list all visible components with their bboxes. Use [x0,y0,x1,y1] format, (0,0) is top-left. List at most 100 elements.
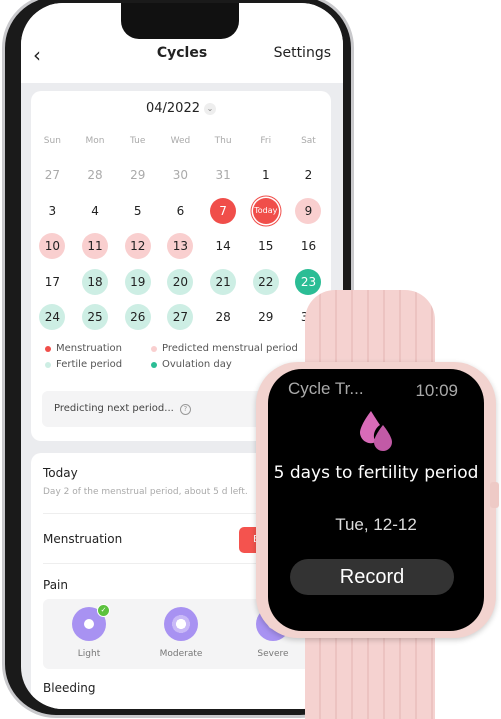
weekday-label: Thu [214,136,232,146]
record-button[interactable]: Record [290,559,454,595]
calendar-day[interactable]: 2 [287,162,330,188]
legend-item: Menstruation [45,343,122,354]
calendar-day[interactable]: 21 [202,268,245,295]
calendar-day[interactable]: 29 [244,304,287,330]
calendar-day[interactable]: 31 [202,162,245,188]
notch [121,3,239,39]
weekday-label: Wed [170,136,191,146]
check-icon: ✓ [97,604,110,617]
calendar-day[interactable]: 20 [159,268,202,295]
calendar-day[interactable]: 18 [74,268,117,295]
calendar-day[interactable]: 10 [31,233,74,259]
calendar-day[interactable]: 27 [159,304,202,330]
calendar-day[interactable]: 27 [31,162,74,188]
legend-dot-icon [151,345,157,352]
pain-option-moderate[interactable]: Moderate [151,607,211,659]
month-label: 04/2022 [145,101,200,116]
calendar-day[interactable]: 24 [31,304,74,330]
day-number: 11 [82,233,109,259]
day-number: 7 [210,197,237,224]
calendar-day[interactable]: 16 [287,233,330,259]
calendar-day[interactable]: 28 [202,304,245,330]
legend-dot-icon [45,345,51,352]
legend-dot-icon [45,361,51,368]
day-number: Today [252,197,279,224]
month-selector[interactable]: 04/2022 ⌄ [31,101,331,116]
day-number: 16 [300,239,317,253]
day-number: 30 [172,168,189,182]
calendar-week: 10 11 12 13 14 15 16 [31,233,331,259]
day-number: 31 [215,168,231,182]
weekday-label: Sat [301,136,316,146]
day-number: 6 [176,203,185,218]
weekday-label: Sun [43,136,61,146]
legend-item: Predicted menstrual period [151,343,298,354]
calendar-day[interactable]: 14 [202,233,245,259]
calendar-day[interactable]: 28 [74,162,117,188]
calendar-week: 24252627282930 [31,304,331,330]
weekday-label: Fri [260,136,272,146]
today-desc: Day 2 of the menstrual period, about 5 d… [43,487,248,497]
day-number: 3 [48,203,57,218]
watch-date: Tue, 12-12 [335,515,417,534]
calendar-week: 3 4 5 6 7 Today 9 [31,197,331,224]
calendar-day[interactable]: 4 [74,198,117,224]
calendar-day[interactable]: Today [244,197,287,224]
day-number: 21 [210,268,237,295]
day-number: 9 [295,197,322,224]
watch-time: 10:09 [415,381,458,400]
calendar-day[interactable]: 3 [31,198,74,224]
calendar-day[interactable]: 23 [287,268,330,295]
legend-label: Ovulation day [162,359,232,370]
calendar-day[interactable]: 30 [159,162,202,188]
day-number: 26 [124,304,151,330]
blood-drops-icon [360,411,392,451]
day-number: 22 [252,268,279,295]
calendar-day[interactable]: 11 [74,233,117,259]
day-number: 23 [295,268,322,295]
prediction-text: Predicting next period... [54,403,174,414]
pain-option-label: Light [77,649,101,659]
day-number: 27 [167,304,194,330]
weekday-header: Sun Mon Tue Wed Thu Fri Sat [31,136,331,146]
calendar-day[interactable]: 17 [31,269,74,295]
weekday-label: Mon [85,136,105,146]
legend-label: Predicted menstrual period [162,343,298,354]
calendar-day[interactable]: 6 [159,198,202,224]
calendar-day[interactable]: 29 [116,162,159,188]
bleeding-label: Bleeding [43,681,96,695]
watch-crown[interactable] [490,482,499,508]
legend-label: Fertile period [56,359,123,370]
calendar-day[interactable]: 13 [159,233,202,259]
day-number: 28 [87,168,103,182]
day-number: 25 [82,304,109,330]
settings-button[interactable]: Settings [274,45,331,61]
legend-item: Ovulation day [151,359,232,370]
legend-dot-icon [151,361,157,368]
calendar-week: 17 18 19 20 21 22 23 [31,268,331,295]
day-number: 15 [258,239,274,253]
calendar-day[interactable]: 19 [116,268,159,295]
day-number: 12 [124,233,151,259]
calendar-day[interactable]: 22 [244,268,287,295]
legend-item: Fertile period [45,359,122,370]
calendar-day[interactable]: 12 [116,233,159,259]
help-icon[interactable]: ? [179,404,191,415]
pain-option-light[interactable]: ✓ Light [59,604,119,659]
day-number: 4 [91,203,99,218]
day-number: 5 [133,203,142,218]
calendar-week: 27 28 29 30 31 1 2 [31,162,331,188]
pain-option-label: Moderate [159,649,203,659]
day-number: 14 [215,239,231,253]
calendar-day[interactable]: 5 [116,198,159,224]
calendar-day[interactable]: 25 [74,304,117,330]
calendar-day[interactable]: 7 [202,197,245,224]
day-number: 10 [39,233,66,259]
calendar-day[interactable]: 15 [244,233,287,259]
day-number: 1 [261,168,270,182]
calendar-day[interactable]: 1 [244,162,287,188]
day-number: 27 [44,168,60,182]
calendar-day[interactable]: 9 [287,197,330,224]
calendar-day[interactable]: 26 [116,304,159,330]
pain-option-label: Severe [257,649,289,659]
